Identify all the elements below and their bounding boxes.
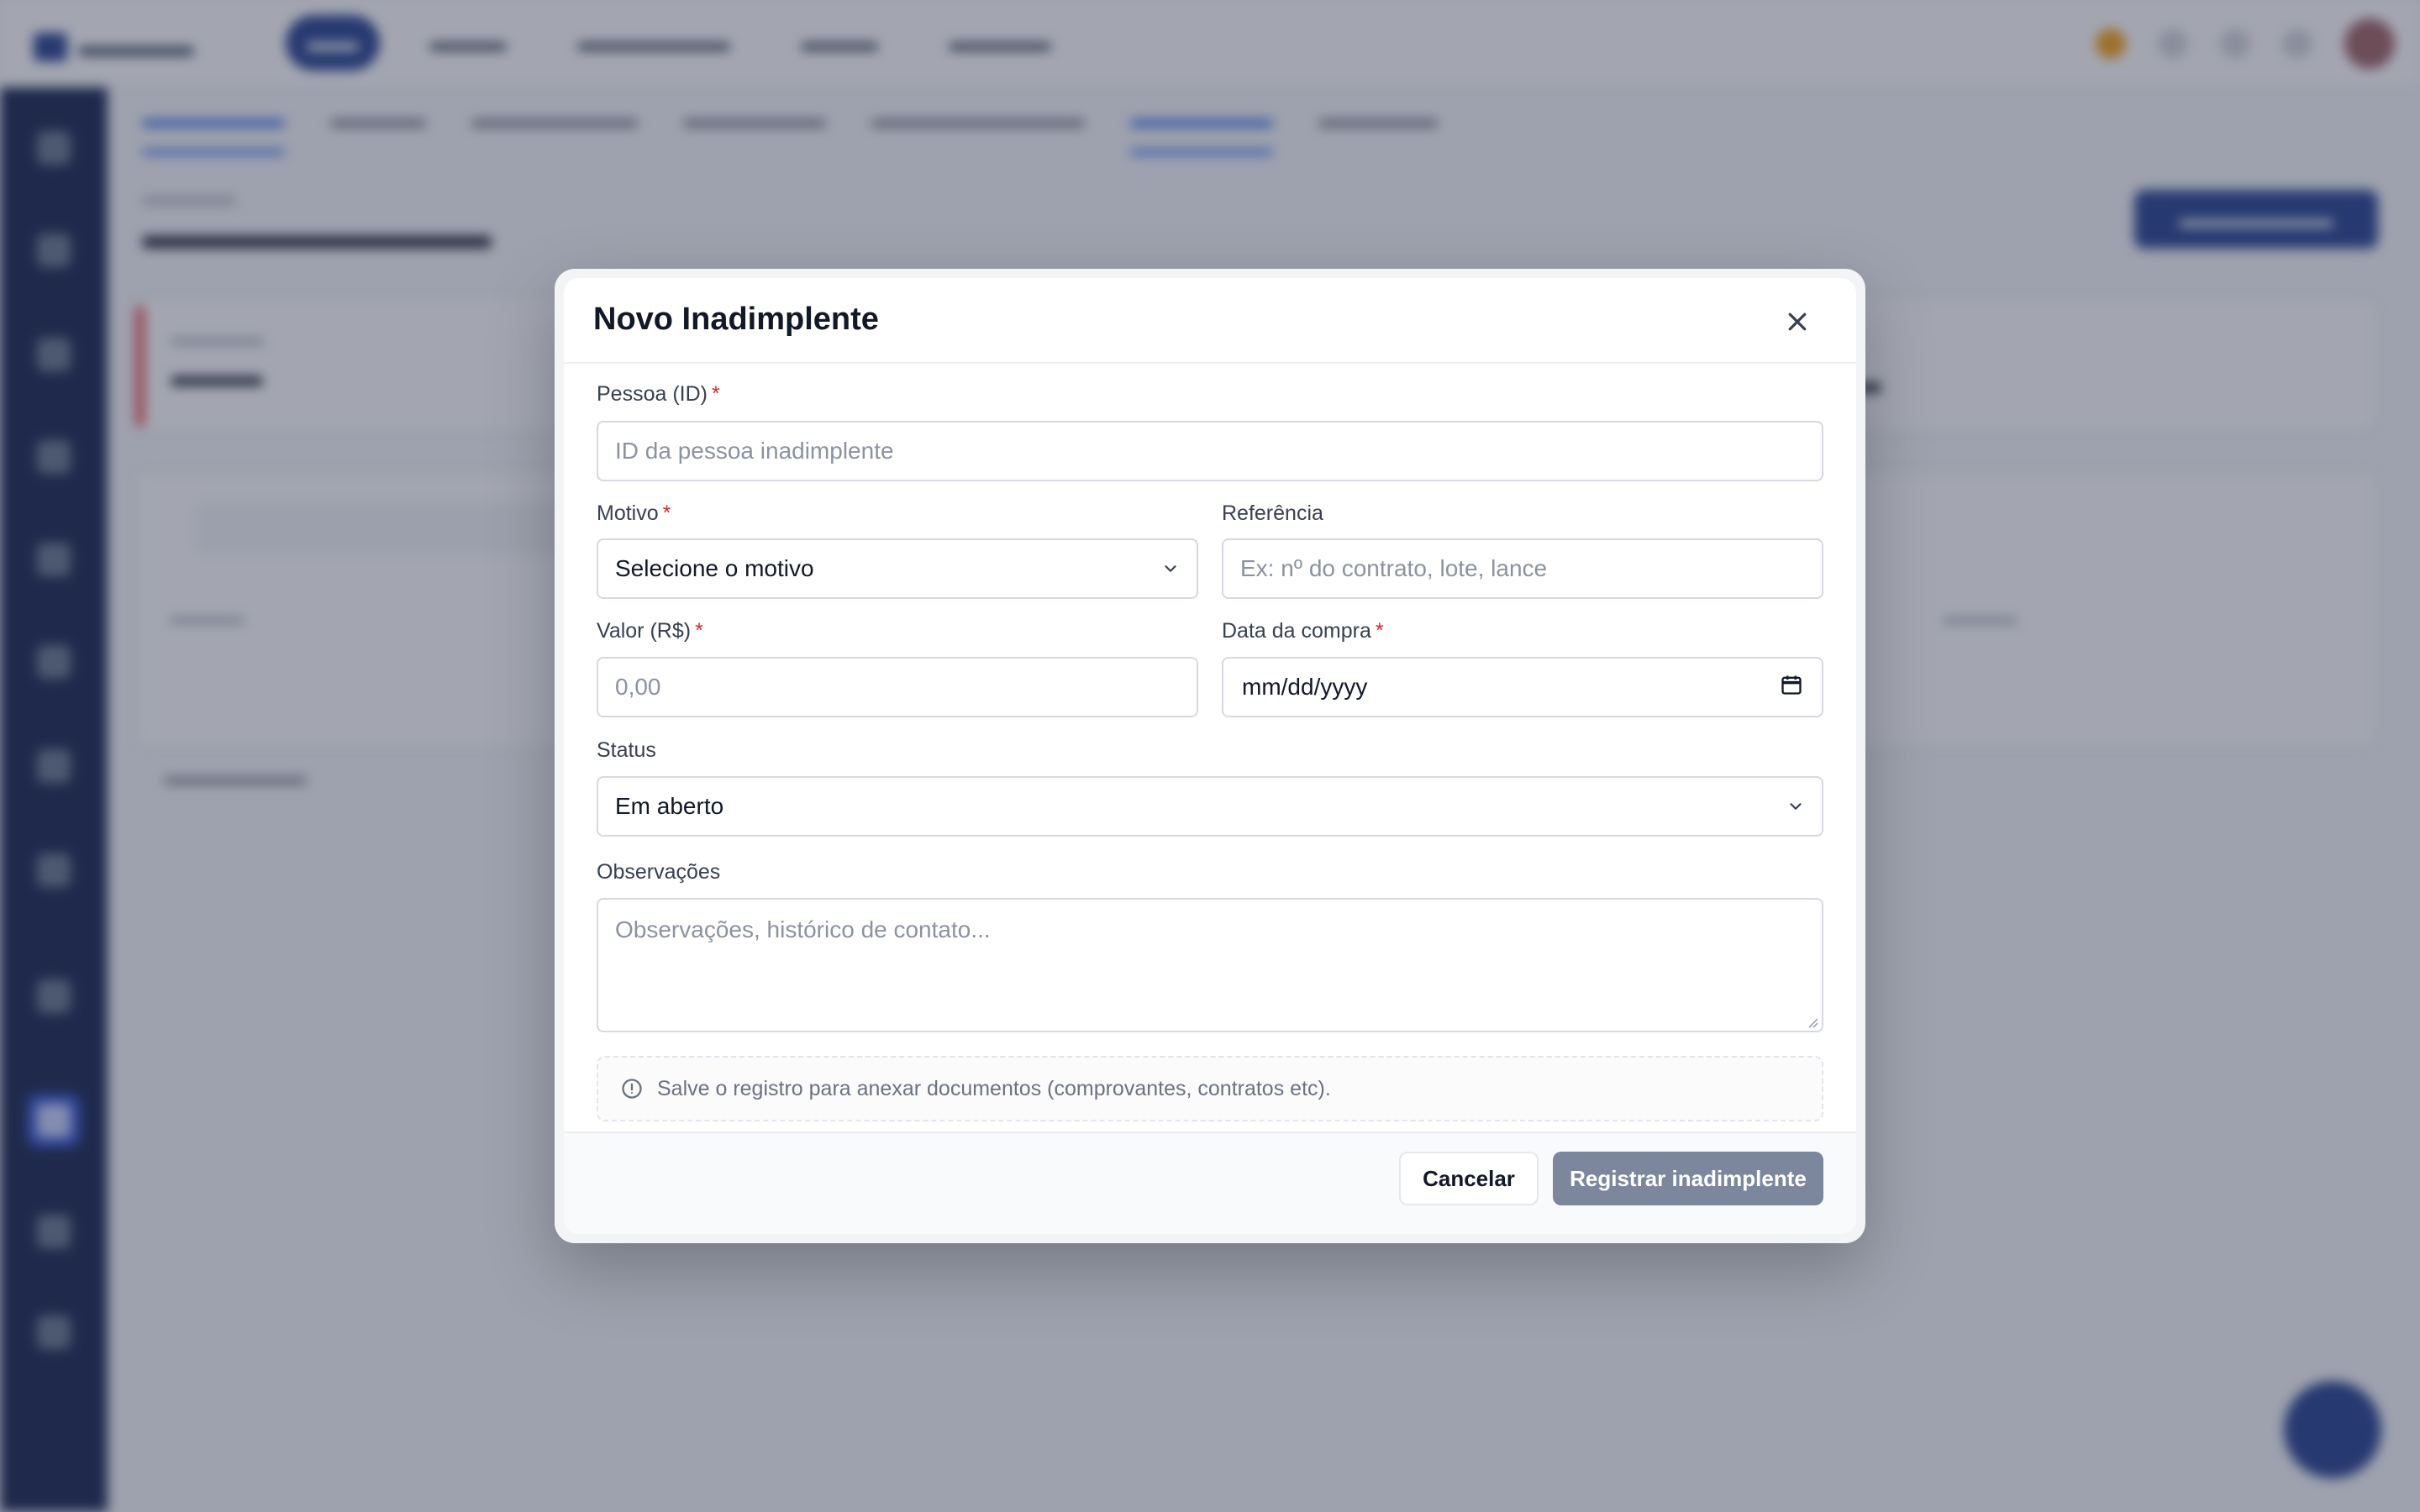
close-button[interactable]: [1779, 303, 1816, 340]
data-compra-label: Data da compra *: [1222, 619, 1384, 643]
cancel-button[interactable]: Cancelar: [1399, 1152, 1539, 1205]
required-mark: *: [711, 382, 720, 406]
motivo-selected-value: Selecione o motivo: [615, 555, 814, 581]
date-format-text: mm/dd/yyyy: [1242, 674, 1368, 700]
new-defaulter-modal: Novo Inadimplente Pessoa (ID)* Motivo* S…: [564, 278, 1856, 1234]
referencia-input[interactable]: [1222, 538, 1823, 599]
pessoa-label: Pessoa (ID) *: [597, 382, 720, 406]
chevron-down-icon: [1786, 797, 1805, 816]
required-mark: *: [1375, 619, 1384, 643]
observacoes-label: Observações: [597, 860, 721, 884]
pessoa-id-input[interactable]: [597, 421, 1823, 481]
modal-title: Novo Inadimplente: [593, 302, 879, 337]
chevron-down-icon: [1161, 559, 1180, 578]
attachments-info-note: Salve o registro para anexar documentos …: [597, 1056, 1823, 1121]
modal-frame: Novo Inadimplente Pessoa (ID)* Motivo* S…: [555, 269, 1865, 1243]
required-mark: *: [662, 501, 671, 525]
modal-header: Novo Inadimplente: [564, 278, 1856, 364]
status-label: Status: [597, 738, 656, 762]
close-icon: [1788, 312, 1807, 331]
referencia-label: Referência: [1222, 501, 1323, 525]
info-note-text: Salve o registro para anexar documentos …: [657, 1076, 1331, 1100]
register-defaulter-button[interactable]: Registrar inadimplente: [1553, 1152, 1823, 1205]
required-mark: *: [695, 619, 703, 643]
info-circle-icon: [622, 1079, 642, 1099]
data-compra-input[interactable]: mm/dd/yyyy: [1222, 657, 1823, 717]
status-selected-value: Em aberto: [615, 793, 724, 819]
modal-footer: Cancelar Registrar inadimplente: [564, 1131, 1856, 1234]
motivo-select[interactable]: Selecione o motivo: [597, 538, 1198, 599]
valor-input[interactable]: [597, 657, 1198, 717]
status-select[interactable]: Em aberto: [597, 776, 1823, 837]
resize-handle-icon[interactable]: [1804, 1014, 1819, 1029]
observacoes-textarea[interactable]: [597, 898, 1823, 1032]
calendar-icon[interactable]: [1780, 673, 1803, 702]
motivo-label: Motivo *: [597, 501, 671, 525]
valor-label: Valor (R$) *: [597, 619, 703, 643]
